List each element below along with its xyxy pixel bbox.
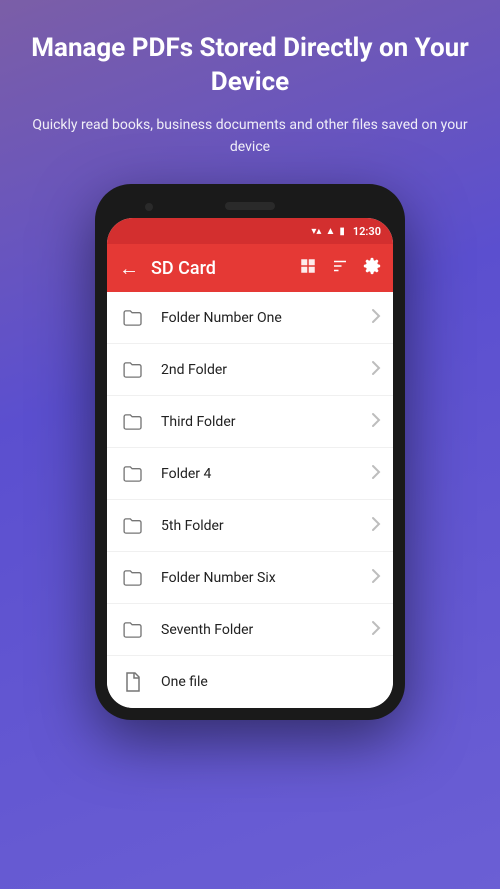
- file-name-label: One file: [161, 674, 381, 690]
- list-item[interactable]: One file: [107, 656, 393, 708]
- phone-screen: ▾▴ ▲ ▮ 12:30 ← SD Card: [107, 218, 393, 708]
- hero-subtitle: Quickly read books, business documents a…: [30, 114, 470, 159]
- folder-icon: [119, 616, 147, 644]
- sort-icon[interactable]: [331, 257, 349, 279]
- folder-icon: [119, 304, 147, 332]
- phone-mockup: ▾▴ ▲ ▮ 12:30 ← SD Card: [95, 184, 405, 720]
- file-name-label: Folder Number Six: [161, 570, 371, 586]
- folder-icon: [119, 564, 147, 592]
- list-item[interactable]: Folder 4: [107, 448, 393, 500]
- list-item[interactable]: Seventh Folder: [107, 604, 393, 656]
- file-name-label: 5th Folder: [161, 518, 371, 534]
- settings-icon[interactable]: [363, 257, 381, 279]
- folder-icon: [119, 356, 147, 384]
- wifi-icon: ▾▴: [311, 226, 321, 237]
- list-item[interactable]: 2nd Folder: [107, 344, 393, 396]
- list-item[interactable]: Folder Number Six: [107, 552, 393, 604]
- list-item[interactable]: 5th Folder: [107, 500, 393, 552]
- chevron-right-icon: [371, 360, 381, 380]
- back-button[interactable]: ←: [119, 256, 139, 281]
- hero-title: Manage PDFs Stored Directly on Your Devi…: [30, 32, 470, 100]
- folder-icon: [119, 408, 147, 436]
- phone-notch: [107, 196, 393, 218]
- status-bar: ▾▴ ▲ ▮ 12:30: [107, 218, 393, 244]
- chevron-right-icon: [371, 516, 381, 536]
- app-bar-actions: [299, 257, 381, 279]
- file-list: Folder Number One 2nd Folder Third Folde…: [107, 292, 393, 708]
- file-name-label: 2nd Folder: [161, 362, 371, 378]
- file-name-label: Folder Number One: [161, 310, 371, 326]
- app-bar-title: SD Card: [151, 258, 299, 279]
- app-bar: ← SD Card: [107, 244, 393, 292]
- file-name-label: Folder 4: [161, 466, 371, 482]
- folder-icon: [119, 512, 147, 540]
- chevron-right-icon: [371, 464, 381, 484]
- file-icon: [119, 668, 147, 696]
- list-item[interactable]: Third Folder: [107, 396, 393, 448]
- view-toggle-icon[interactable]: [299, 257, 317, 279]
- chevron-right-icon: [371, 308, 381, 328]
- chevron-right-icon: [371, 412, 381, 432]
- signal-icon: ▲: [325, 226, 335, 237]
- hero-section: Manage PDFs Stored Directly on Your Devi…: [0, 0, 500, 174]
- chevron-right-icon: [371, 620, 381, 640]
- phone-camera: [145, 203, 153, 211]
- status-time: 12:30: [353, 225, 381, 238]
- chevron-right-icon: [371, 568, 381, 588]
- folder-icon: [119, 460, 147, 488]
- status-icons: ▾▴ ▲ ▮ 12:30: [311, 225, 381, 238]
- battery-icon: ▮: [339, 226, 345, 237]
- file-name-label: Third Folder: [161, 414, 371, 430]
- list-item[interactable]: Folder Number One: [107, 292, 393, 344]
- file-name-label: Seventh Folder: [161, 622, 371, 638]
